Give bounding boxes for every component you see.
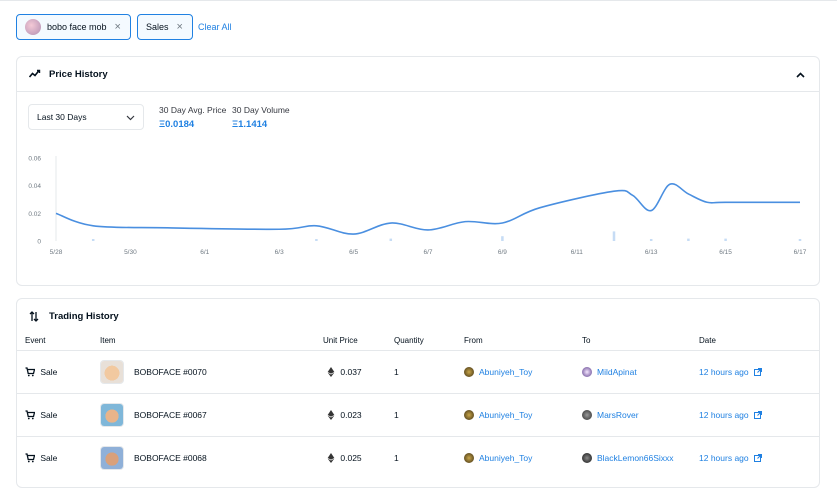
eth-icon	[327, 453, 335, 463]
to-user-link[interactable]: BlackLemon66Sixxx	[582, 453, 674, 463]
volume-value: Ξ1.1414	[232, 119, 268, 130]
to-username: BlackLemon66Sixxx	[597, 453, 674, 463]
avatar	[582, 453, 592, 463]
filter-chip-sales[interactable]: Sales ×	[137, 14, 193, 40]
column-header-item: Item	[100, 336, 116, 345]
eth-icon	[327, 367, 335, 377]
unit-price-value: 0.023	[340, 410, 362, 420]
quantity-value: 1	[394, 453, 399, 463]
from-user-link[interactable]: Abuniyeh_Toy	[464, 367, 532, 377]
item-thumbnail[interactable]	[100, 360, 124, 384]
event-label: Sale	[40, 410, 58, 420]
table-row[interactable]: Sale BOBOFACE #0067 0.023 1 Abuniyeh_Toy…	[16, 393, 820, 436]
from-username: Abuniyeh_Toy	[479, 410, 533, 420]
from-username: Abuniyeh_Toy	[479, 453, 533, 463]
close-icon[interactable]: ×	[115, 21, 121, 33]
external-link-icon	[754, 368, 762, 376]
event-cell: Sale	[25, 453, 57, 463]
unit-price-cell: 0.023	[327, 410, 362, 420]
top-divider	[0, 0, 837, 1]
table-row[interactable]: Sale BOBOFACE #0068 0.025 1 Abuniyeh_Toy…	[16, 436, 820, 479]
from-user-link[interactable]: Abuniyeh_Toy	[464, 410, 532, 420]
unit-price-value: 0.037	[340, 367, 362, 377]
price-history-panel: Price History Last 30 Days 30 Day Avg. P…	[16, 56, 820, 286]
price-history-header[interactable]: Price History	[17, 57, 819, 92]
eth-icon	[327, 410, 335, 420]
price-history-title: Price History	[49, 68, 108, 80]
chevron-up-icon[interactable]	[796, 70, 805, 81]
table-row[interactable]: Sale BOBOFACE #0070 0.037 1 Abuniyeh_Toy…	[16, 350, 820, 393]
to-user-link[interactable]: MarsRover	[582, 410, 639, 420]
swap-arrows-icon	[29, 310, 43, 322]
event-label: Sale	[40, 453, 58, 463]
unit-price-cell: 0.037	[327, 367, 362, 377]
external-link-icon	[754, 454, 762, 462]
external-link-icon	[754, 411, 762, 419]
filter-chip-collection[interactable]: bobo face mob ×	[16, 14, 131, 40]
close-icon[interactable]: ×	[177, 21, 183, 33]
to-user-link[interactable]: MildApinat	[582, 367, 637, 377]
column-header-from: From	[464, 336, 483, 345]
clear-all-link[interactable]: Clear All	[198, 22, 232, 32]
trading-history-header[interactable]: Trading History	[17, 299, 819, 333]
avg-price-value: Ξ0.0184	[159, 119, 195, 130]
date-value: 12 hours ago	[699, 410, 749, 420]
to-username: MildApinat	[597, 367, 637, 377]
chevron-down-icon	[126, 113, 135, 123]
avatar	[464, 367, 474, 377]
to-username: MarsRover	[597, 410, 639, 420]
item-name[interactable]: BOBOFACE #0070	[134, 367, 207, 377]
cart-icon	[25, 410, 35, 420]
filter-chip-label: Sales	[146, 22, 169, 32]
range-select-value: Last 30 Days	[37, 112, 87, 122]
item-thumbnail[interactable]	[100, 403, 124, 427]
unit-price-value: 0.025	[340, 453, 362, 463]
avatar	[464, 410, 474, 420]
cart-icon	[25, 367, 35, 377]
event-label: Sale	[40, 367, 58, 377]
range-select[interactable]: Last 30 Days	[28, 104, 144, 130]
avatar	[582, 367, 592, 377]
quantity-value: 1	[394, 410, 399, 420]
date-value: 12 hours ago	[699, 367, 749, 377]
item-name[interactable]: BOBOFACE #0067	[134, 410, 207, 420]
date-link[interactable]: 12 hours ago	[699, 453, 762, 463]
event-cell: Sale	[25, 367, 57, 377]
collection-avatar	[25, 19, 41, 35]
avatar	[464, 453, 474, 463]
date-link[interactable]: 12 hours ago	[699, 367, 762, 377]
item-name[interactable]: BOBOFACE #0068	[134, 453, 207, 463]
date-link[interactable]: 12 hours ago	[699, 410, 762, 420]
column-header-to: To	[582, 336, 591, 345]
column-header-quantity: Quantity	[394, 336, 424, 345]
quantity-value: 1	[394, 367, 399, 377]
column-header-unit-price: Unit Price	[323, 336, 358, 345]
volume-stat: 30 Day Volume Ξ1.1414	[232, 105, 290, 130]
from-username: Abuniyeh_Toy	[479, 367, 533, 377]
avg-price-label: 30 Day Avg. Price	[159, 105, 227, 115]
trading-history-title: Trading History	[49, 310, 119, 322]
unit-price-cell: 0.025	[327, 453, 362, 463]
trend-line-icon	[29, 69, 43, 79]
date-value: 12 hours ago	[699, 453, 749, 463]
event-cell: Sale	[25, 410, 57, 420]
column-header-event: Event	[25, 336, 46, 345]
item-thumbnail[interactable]	[100, 446, 124, 470]
column-header-date: Date	[699, 336, 716, 345]
volume-label: 30 Day Volume	[232, 105, 290, 115]
filter-chip-label: bobo face mob	[47, 22, 107, 32]
avg-price-stat: 30 Day Avg. Price Ξ0.0184	[159, 105, 226, 130]
trading-table-header: Event Item Unit Price Quantity From To D…	[16, 336, 820, 350]
cart-icon	[25, 453, 35, 463]
avatar	[582, 410, 592, 420]
from-user-link[interactable]: Abuniyeh_Toy	[464, 453, 532, 463]
